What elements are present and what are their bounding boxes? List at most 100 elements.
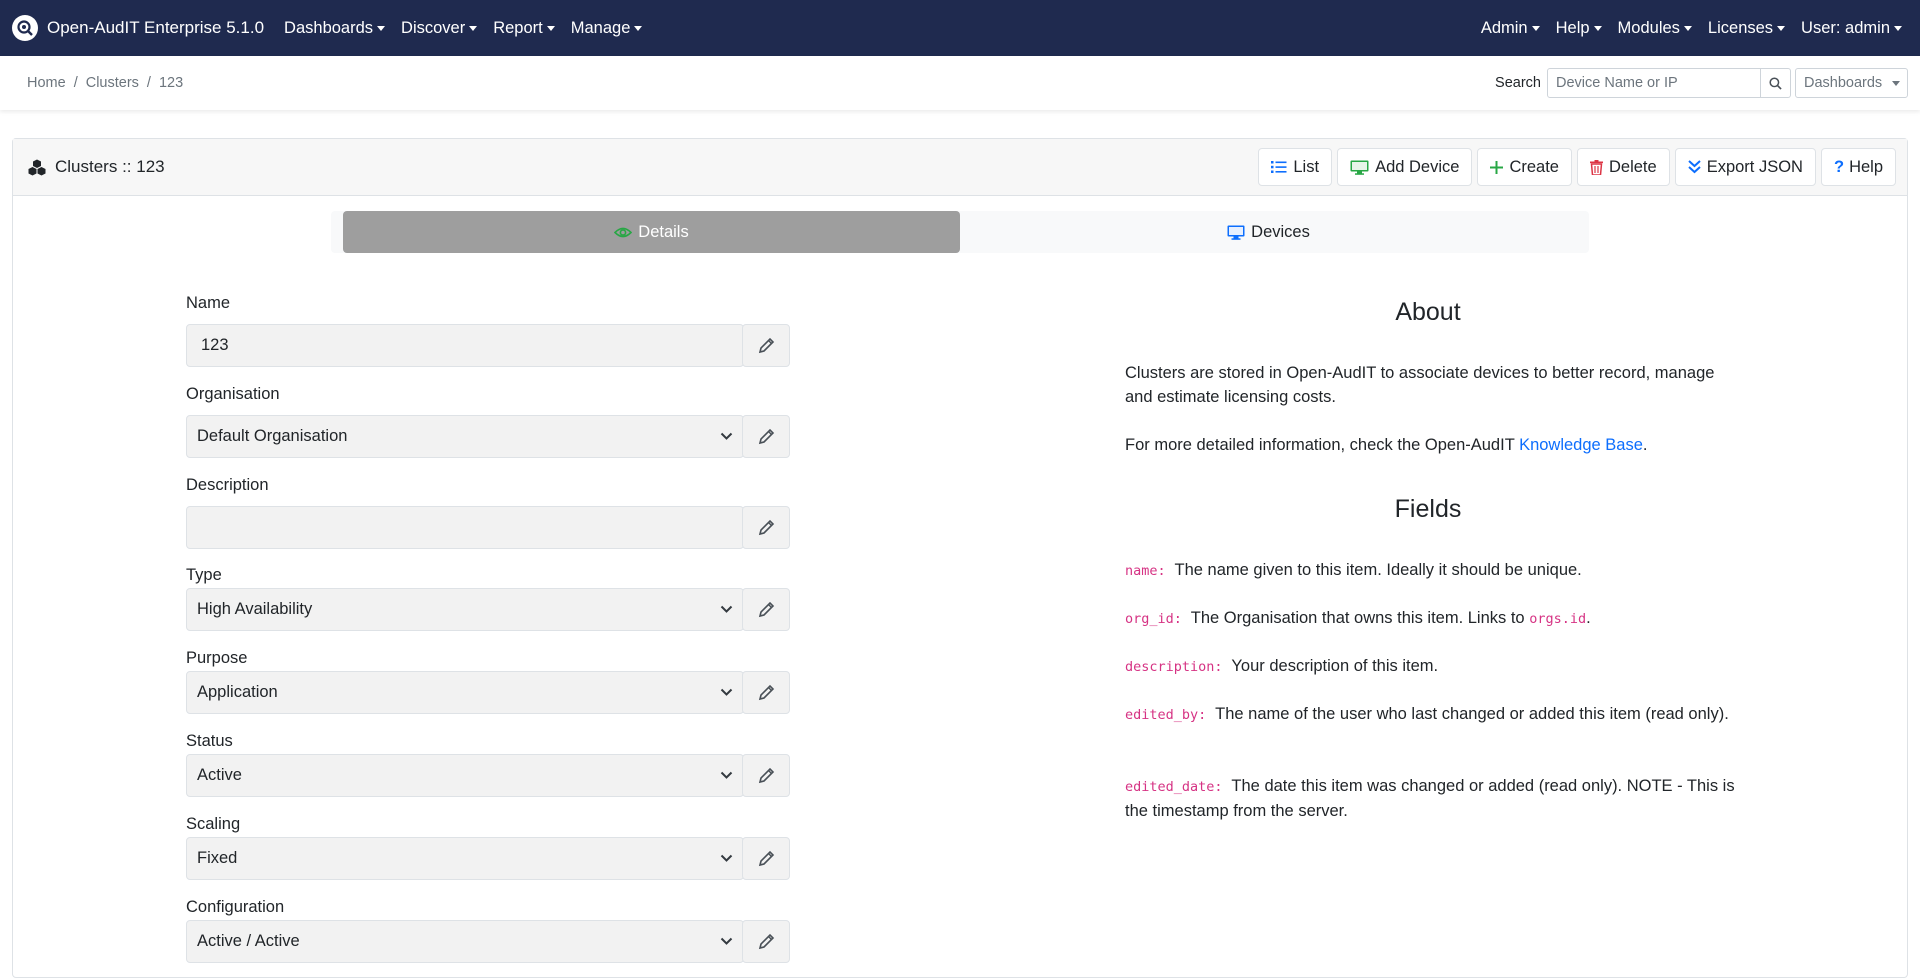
about-text: Clusters are stored in Open-AudIT to ass… [1125,364,1715,406]
pencil-icon [758,933,774,950]
nav-report-label: Report [493,18,543,37]
brand[interactable]: Open-AudIT Enterprise 5.1.0 [12,15,264,41]
field-help-description: description: Your description of this it… [1125,654,1745,679]
card-toolbar: List Add Device Create Delete Export JSO… [1253,148,1896,186]
status-select[interactable]: Active [186,754,744,797]
help-button[interactable]: ? Help [1820,148,1896,186]
pencil-icon [758,519,774,536]
breadcrumb-bar: Home / Clusters / 123 Search Dashboards [0,56,1920,110]
pencil-icon [758,767,774,784]
purpose-select[interactable]: Application [186,671,744,714]
brand-title: Open-AudIT Enterprise 5.1.0 [47,18,265,37]
pencil-icon [758,337,774,354]
chevron-down-icon [720,688,733,696]
card-title-text: Clusters :: 123 [55,157,165,176]
card-title: Clusters :: 123 [28,157,165,177]
breadcrumb: Home / Clusters / 123 [27,75,183,91]
export-json-button-label: Export JSON [1706,157,1803,176]
search-input[interactable] [1547,68,1761,98]
type-select[interactable]: High Availability [186,588,744,631]
desktop-icon [1350,160,1369,175]
nav-dashboards-label: Dashboards [284,18,374,37]
field-description: The name given to this item. Ideally it … [1174,561,1582,579]
about-more-info: For more detailed information, check the… [1125,433,1745,457]
caret-down-icon [1593,25,1602,31]
create-button-label: Create [1509,157,1559,176]
create-button[interactable]: Create [1477,148,1572,186]
purpose-value: Application [197,683,278,701]
nav-dashboards-menu[interactable]: Dashboards [276,0,393,56]
field-key: edited_date: [1125,779,1223,795]
nav-modules-menu[interactable]: Modules [1610,0,1700,56]
card-tabs: Details Devices [331,211,1589,253]
export-json-button[interactable]: Export JSON [1674,148,1816,186]
nav-help-menu[interactable]: Help [1548,0,1610,56]
nav-admin-menu[interactable]: Admin [1473,0,1548,56]
configuration-label: Configuration [186,898,285,916]
field-link-code: orgs.id [1529,611,1587,627]
nav-admin-label: Admin [1480,18,1528,37]
configuration-edit-button[interactable] [742,920,790,963]
question-icon: ? [1833,157,1845,176]
nav-discover-menu[interactable]: Discover [393,0,485,56]
add-device-button[interactable]: Add Device [1337,148,1473,186]
configuration-select[interactable]: Active / Active [186,920,744,963]
field-help-name: name: The name given to this item. Ideal… [1125,558,1745,583]
fields-heading: Fields [1394,495,1462,523]
tab-devices-label: Devices [1251,222,1310,241]
about-more-info-end: . [1642,436,1648,454]
field-key: description: [1125,659,1223,675]
name-edit-button[interactable] [742,324,790,367]
pencil-icon [758,684,774,701]
cubes-icon [28,159,46,175]
caret-down-icon [1894,25,1902,31]
nav-user-menu[interactable]: User: admin [1793,0,1910,56]
type-edit-button[interactable] [742,588,790,631]
caret-down-icon [1531,25,1540,31]
desktop-icon [1227,225,1245,240]
tab-details[interactable]: Details [343,211,960,253]
name-field[interactable]: 123 [186,324,744,367]
about-heading: About [1395,298,1461,326]
top-navbar: Open-AudIT Enterprise 5.1.0 Dashboards D… [0,0,1920,56]
nav-manage-menu[interactable]: Manage [563,0,651,56]
organisation-value: Default Organisation [197,427,348,445]
field-description: The Organisation that owns this item. Li… [1190,609,1530,627]
field-help-org-id: org_id: The Organisation that owns this … [1125,606,1745,631]
description-edit-button[interactable] [742,506,790,549]
nav-licenses-menu[interactable]: Licenses [1700,0,1793,56]
knowledge-base-link[interactable]: Knowledge Base [1519,436,1643,454]
scaling-edit-button[interactable] [742,837,790,880]
scaling-value: Fixed [197,849,238,867]
organisation-select[interactable]: Default Organisation [186,415,744,458]
chevron-down-icon [720,605,733,613]
search-label: Search [1495,75,1541,91]
field-help-edited-by: edited_by: The name of the user who last… [1125,702,1745,727]
trash-icon [1589,159,1603,175]
caret-down-icon [634,25,643,31]
field-description: Your description of this item. [1231,657,1439,675]
field-description: The name of the user who last changed or… [1215,705,1729,723]
list-button[interactable]: List [1258,148,1333,186]
breadcrumb-home[interactable]: Home [27,75,66,91]
field-description-end: . [1586,609,1591,627]
dashboards-select-label: Dashboards [1804,75,1883,91]
breadcrumb-separator: / [73,75,78,91]
chevron-down-icon [720,771,733,779]
caret-down-icon [377,25,386,31]
nav-report-menu[interactable]: Report [485,0,563,56]
chevron-down-icon [720,432,733,440]
nav-modules-label: Modules [1617,18,1680,37]
search-button[interactable] [1761,68,1791,98]
purpose-edit-button[interactable] [742,671,790,714]
description-field[interactable] [186,506,744,549]
organisation-edit-button[interactable] [742,415,790,458]
breadcrumb-clusters[interactable]: Clusters [86,75,139,91]
dashboards-select[interactable]: Dashboards [1795,68,1908,98]
delete-button[interactable]: Delete [1576,148,1670,186]
status-edit-button[interactable] [742,754,790,797]
about-more-info-text: For more detailed information, check the… [1125,436,1520,454]
tab-devices[interactable]: Devices [960,211,1577,253]
name-value: 123 [201,336,229,354]
scaling-select[interactable]: Fixed [186,837,744,880]
